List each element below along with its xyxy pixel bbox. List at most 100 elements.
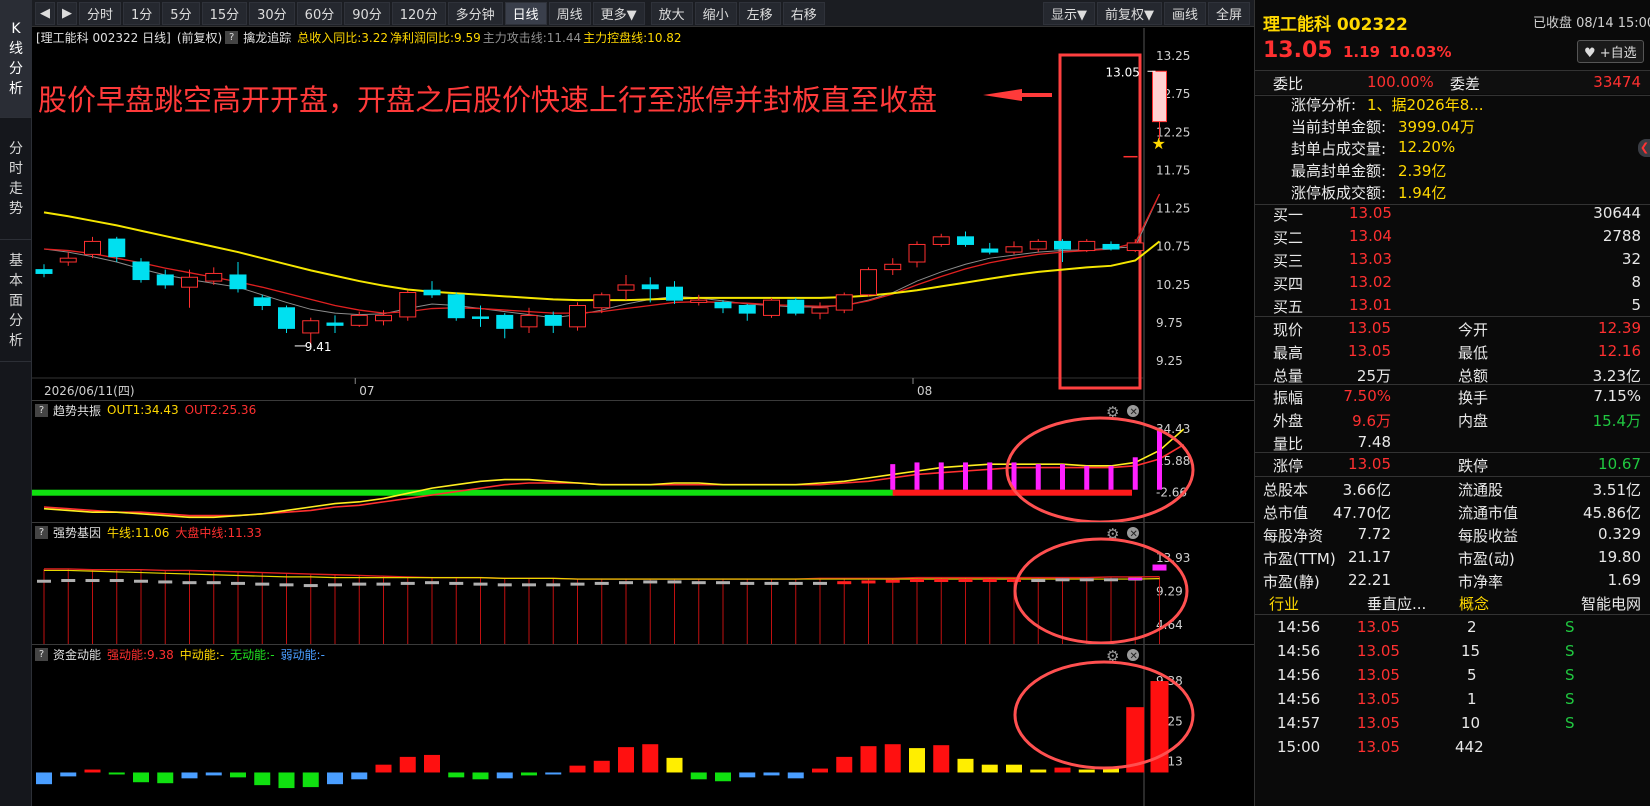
period-tab[interactable]: 90分 bbox=[344, 1, 390, 25]
candle-body[interactable] bbox=[472, 316, 489, 319]
candle-body[interactable] bbox=[884, 263, 902, 271]
candle-body[interactable] bbox=[908, 243, 926, 263]
candle-body[interactable] bbox=[423, 289, 441, 296]
candle-body[interactable] bbox=[375, 314, 392, 322]
candle-body[interactable] bbox=[835, 294, 853, 311]
toolbar-display-button[interactable]: 画线 bbox=[1163, 1, 1206, 25]
candle-body[interactable] bbox=[205, 272, 223, 282]
candle-body[interactable] bbox=[399, 292, 417, 318]
candle-body[interactable] bbox=[763, 299, 780, 316]
candle-body[interactable] bbox=[302, 320, 320, 334]
candle-body[interactable] bbox=[666, 286, 683, 301]
candle-body[interactable] bbox=[156, 274, 174, 286]
toolbar-display-button[interactable]: 前复权▼ bbox=[1096, 1, 1162, 25]
candle-body[interactable] bbox=[181, 276, 198, 288]
period-tab[interactable]: 30分 bbox=[249, 1, 295, 25]
price-panel[interactable]: [理工能科 002322 日线] (前复权) ? 擒龙追踪 总收入同比:3.22… bbox=[32, 28, 1254, 400]
bid-row[interactable]: 买一 13.05 30644 bbox=[1255, 202, 1650, 225]
candle-body[interactable] bbox=[811, 307, 829, 314]
candle-body[interactable] bbox=[932, 236, 950, 245]
toolbar-action-button[interactable]: 缩小 bbox=[694, 1, 737, 25]
candle-body[interactable] bbox=[447, 294, 465, 319]
period-tab[interactable]: 5分 bbox=[162, 1, 200, 25]
rail-tab-intraday[interactable]: 分时走势 bbox=[0, 118, 32, 240]
tick-volume: 2 bbox=[1467, 618, 1477, 636]
industry-row[interactable]: 行业 垂直应... 概念 智能电网 bbox=[1255, 591, 1650, 614]
period-tab[interactable]: 120分 bbox=[391, 1, 446, 25]
trend-bar bbox=[1108, 465, 1114, 490]
candle-body[interactable] bbox=[1005, 246, 1023, 253]
stock-name: 理工能科 002322 bbox=[1263, 15, 1408, 35]
candle-body[interactable] bbox=[1126, 242, 1144, 252]
stat-value: 21.17 bbox=[1348, 548, 1391, 566]
gene-panel[interactable]: ? 强势基因 牛线:11.06 大盘中线:11.33 ⚙ ✕ 13.93 9.29 4.6… bbox=[32, 523, 1254, 644]
toolbar-action-button[interactable]: 左移 bbox=[738, 1, 781, 25]
stat-value: 13.05 bbox=[1348, 319, 1391, 337]
candle-body[interactable] bbox=[981, 248, 999, 253]
period-tab[interactable]: 更多▼ bbox=[592, 1, 645, 25]
rail-tab-fundamental[interactable]: 基本面分析 bbox=[0, 240, 32, 362]
period-tab[interactable]: 60分 bbox=[296, 1, 343, 25]
collapse-arrow-icon[interactable]: ❮ bbox=[1638, 139, 1650, 157]
candle-body[interactable] bbox=[132, 261, 150, 281]
candle-body[interactable] bbox=[253, 297, 271, 306]
gene-chart[interactable]: ⚙ ✕13.939.294.64 bbox=[32, 523, 1254, 644]
gene-dash bbox=[1055, 578, 1070, 582]
toolbar-action-button[interactable]: 放大 bbox=[650, 1, 693, 25]
bid-row[interactable]: 买二 13.04 2788 bbox=[1255, 225, 1650, 248]
candle-body[interactable] bbox=[641, 284, 659, 290]
candle-body[interactable] bbox=[738, 304, 756, 314]
candle-body[interactable] bbox=[617, 284, 635, 291]
toolbar-display-button[interactable]: 全屏 bbox=[1207, 1, 1250, 25]
candle-body[interactable] bbox=[1029, 240, 1047, 250]
candle-body[interactable] bbox=[326, 322, 344, 326]
period-tab[interactable]: 日线 bbox=[504, 1, 547, 25]
candle-body[interactable] bbox=[229, 274, 247, 290]
add-watchlist-button[interactable]: ♥ +自选 bbox=[1577, 40, 1644, 63]
candle-body[interactable] bbox=[59, 257, 77, 263]
fund-bar bbox=[472, 772, 489, 780]
bid-row[interactable]: 买五 13.01 5 bbox=[1255, 294, 1650, 317]
period-tab[interactable]: 1分 bbox=[123, 1, 161, 25]
trend-panel[interactable]: ? 趋势共振 OUT1:34.43 OUT2:25.36 ⚙ ✕ 34.43 15.88… bbox=[32, 401, 1254, 522]
scroll-left-button[interactable]: ◀ bbox=[35, 1, 55, 25]
candle-body[interactable] bbox=[860, 269, 877, 296]
candle-body-limitup[interactable] bbox=[1152, 70, 1167, 123]
rail-tab-kline[interactable]: K线分析 bbox=[0, 0, 32, 118]
candle-body[interactable] bbox=[1078, 240, 1096, 252]
concept-value[interactable]: 智能电网 bbox=[1581, 593, 1641, 614]
gene-dash bbox=[1079, 578, 1094, 582]
period-tab[interactable]: 周线 bbox=[548, 1, 591, 25]
period-tab[interactable]: 多分钟 bbox=[447, 1, 503, 25]
period-tab[interactable]: 15分 bbox=[201, 1, 248, 25]
fund-chart[interactable]: ⚙ ✕9.385.251.13 bbox=[32, 645, 1254, 806]
period-tab[interactable]: 分时 bbox=[79, 1, 122, 25]
fund-bar bbox=[521, 772, 537, 776]
candle-body[interactable] bbox=[108, 238, 126, 258]
candle-body[interactable] bbox=[278, 307, 295, 329]
candle-body[interactable] bbox=[690, 299, 708, 303]
industry-value[interactable]: 垂直应... bbox=[1367, 593, 1426, 614]
candle-body[interactable] bbox=[569, 304, 586, 328]
toolbar-display-button[interactable]: 显示▼ bbox=[1042, 1, 1095, 25]
candle-body[interactable] bbox=[714, 301, 732, 309]
candle-body[interactable] bbox=[787, 299, 805, 314]
candle-body[interactable] bbox=[84, 240, 101, 255]
candle-body[interactable] bbox=[35, 269, 53, 274]
fund-panel[interactable]: ? 资金动能 强动能:9.38 中动能:- 无动能:- 弱动能:- ⚙ ✕ 9.38 5.2… bbox=[32, 645, 1254, 806]
candle-body[interactable] bbox=[544, 314, 562, 326]
candle-body[interactable] bbox=[1054, 240, 1071, 250]
bid-row[interactable]: 买三 13.03 32 bbox=[1255, 248, 1650, 271]
scroll-right-button[interactable]: ▶ bbox=[57, 1, 77, 25]
candle-body[interactable] bbox=[496, 314, 514, 329]
bid-row[interactable]: 买四 13.02 8 bbox=[1255, 271, 1650, 294]
tick-time: 14:57 bbox=[1277, 714, 1321, 732]
candle-body[interactable] bbox=[1102, 243, 1120, 250]
fund-bar bbox=[133, 772, 149, 783]
toolbar-action-button[interactable]: 右移 bbox=[782, 1, 825, 25]
candle-body[interactable] bbox=[520, 314, 538, 328]
candle-body[interactable] bbox=[350, 314, 368, 326]
candle-body[interactable] bbox=[957, 236, 974, 245]
candle-body[interactable] bbox=[593, 294, 611, 309]
trend-chart[interactable]: ⚙ ✕34.4315.88-2.66 bbox=[32, 401, 1254, 522]
